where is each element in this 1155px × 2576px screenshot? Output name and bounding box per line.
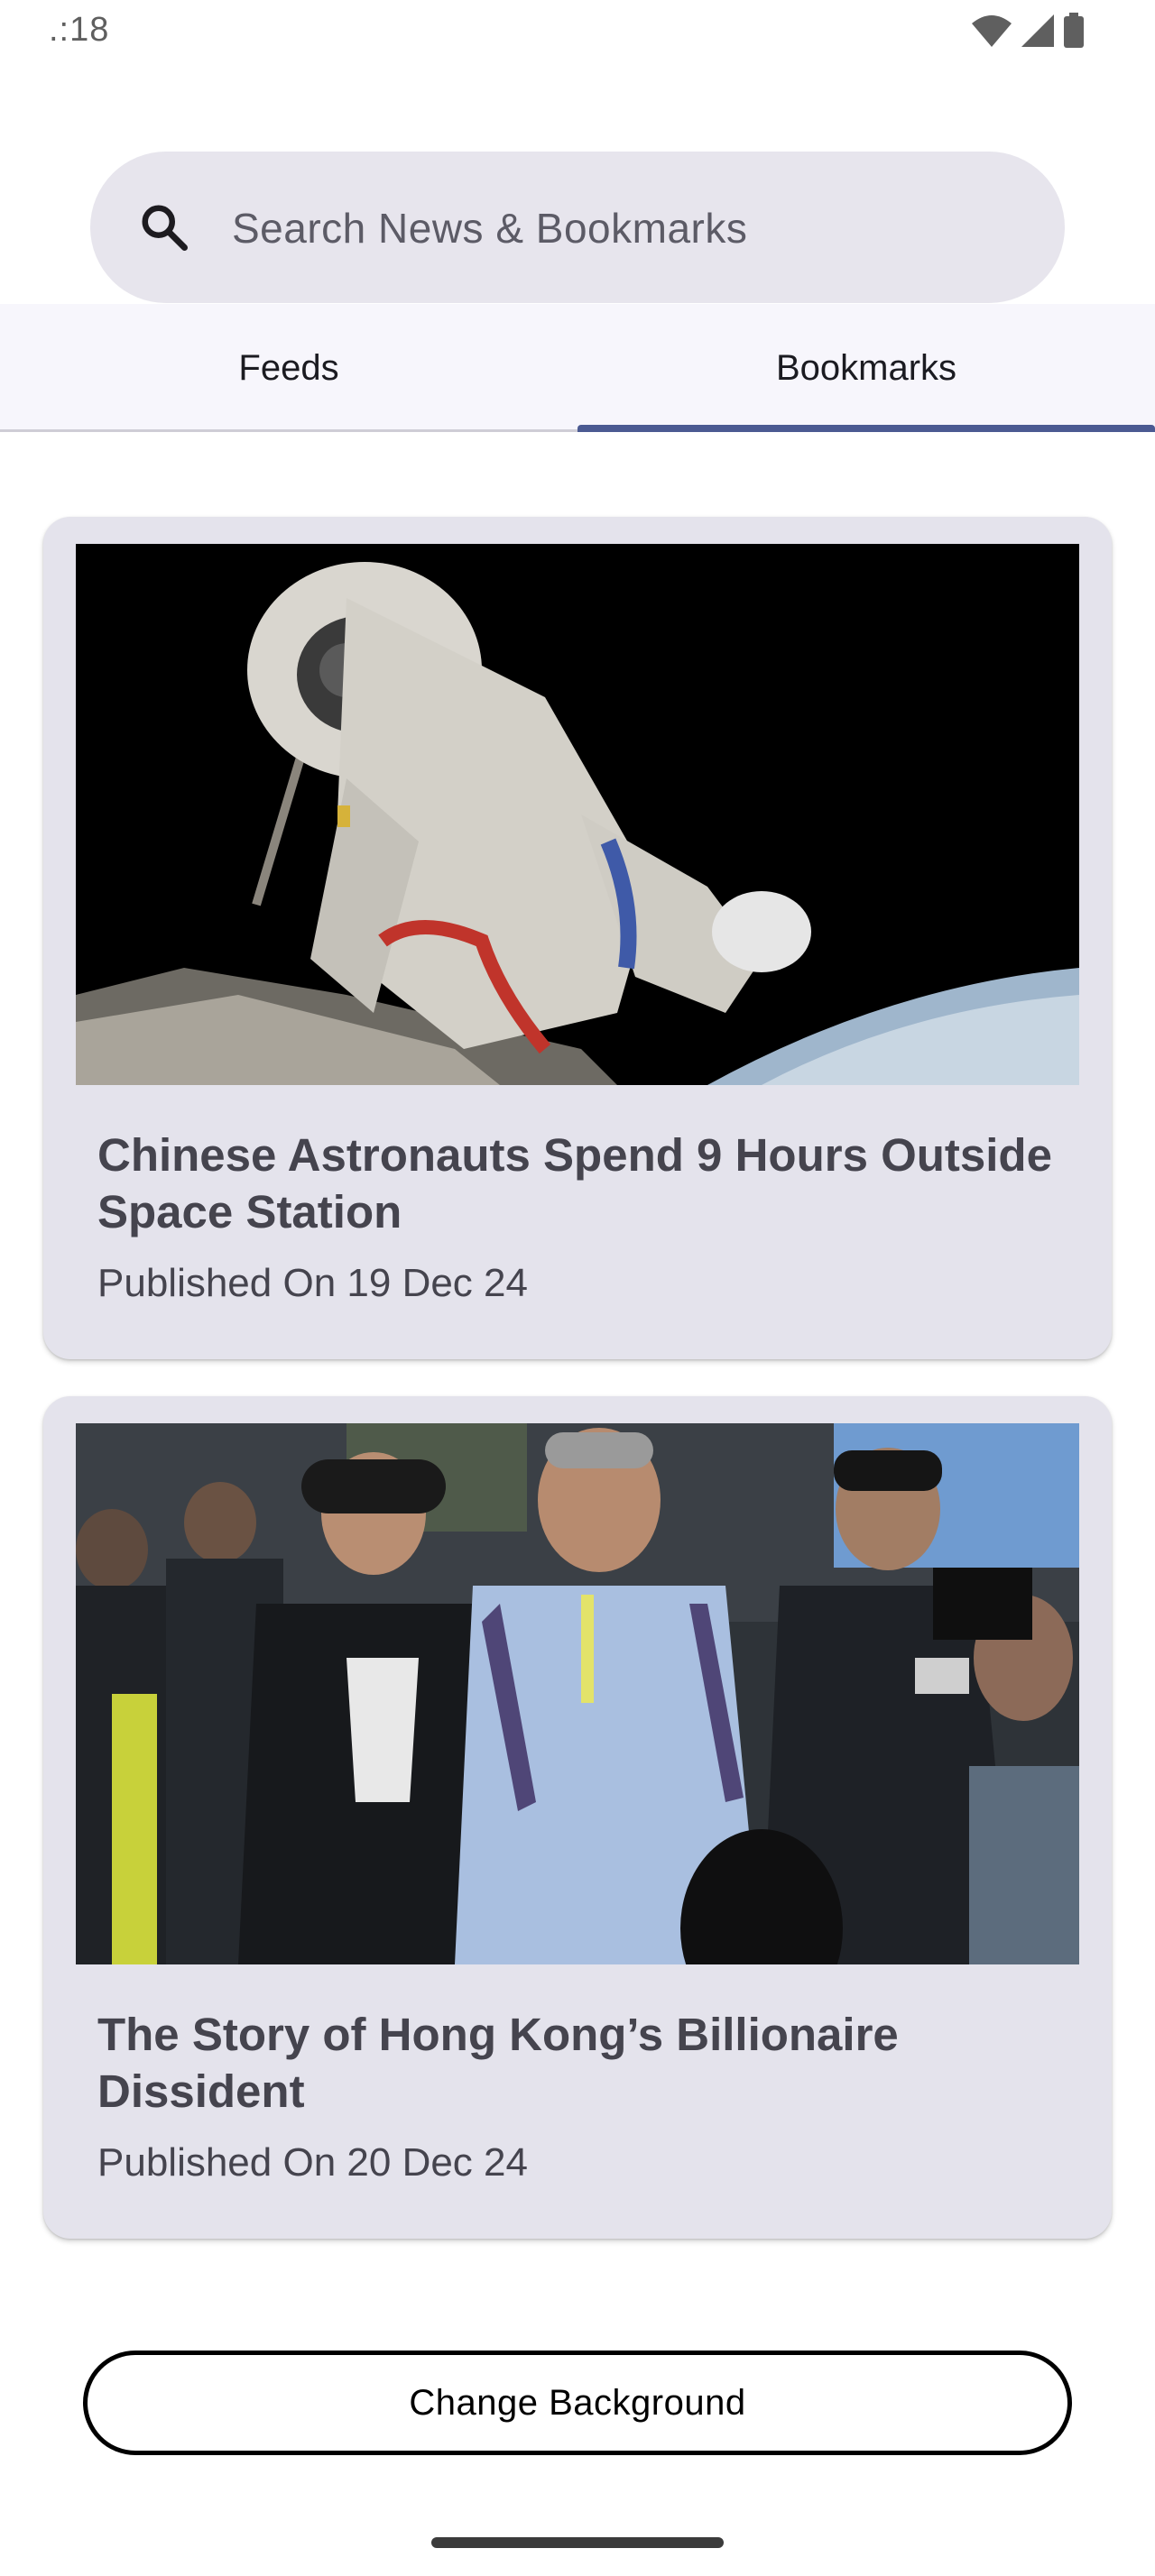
tab-bookmarks-label: Bookmarks (775, 347, 957, 388)
gesture-navigation-bar[interactable] (431, 2537, 724, 2548)
search-input[interactable] (230, 152, 1028, 305)
article-date: Published On 19 Dec 24 (97, 1261, 528, 1305)
bookmarks-screen: .:18 Feeds Bookmarks (0, 0, 1155, 2576)
article-image (76, 544, 1079, 1085)
article-date: Published On 20 Dec 24 (97, 2140, 528, 2185)
astronaut-spacewalk-photo (76, 544, 1079, 1085)
status-time: .:18 (49, 11, 110, 49)
tab-feeds-label: Feeds (238, 347, 339, 388)
hong-kong-crowd-photo (76, 1423, 1079, 1964)
status-icons (971, 13, 1085, 49)
tab-bookmarks[interactable]: Bookmarks (578, 304, 1155, 432)
tab-selected-indicator (578, 425, 1155, 432)
article-image (76, 1423, 1079, 1964)
article-title: The Story of Hong Kong’s Billionaire Dis… (97, 2009, 899, 2117)
search-icon[interactable] (137, 200, 191, 254)
tab-bar: Feeds Bookmarks (0, 304, 1155, 432)
cellular-signal-icon (1021, 14, 1054, 47)
tab-feeds[interactable]: Feeds (0, 304, 578, 432)
search-bar[interactable] (90, 152, 1065, 305)
bookmark-card[interactable]: The Story of Hong Kong’s Billionaire Dis… (43, 1396, 1112, 2239)
battery-icon (1064, 13, 1084, 48)
change-background-button[interactable]: Change Background (83, 2351, 1072, 2455)
article-title: Chinese Astronauts Spend 9 Hours Outside… (97, 1129, 1052, 1237)
wifi-icon (972, 15, 1012, 47)
status-bar: .:18 (0, 0, 1155, 65)
bookmark-card[interactable]: Chinese Astronauts Spend 9 Hours Outside… (43, 517, 1112, 1359)
